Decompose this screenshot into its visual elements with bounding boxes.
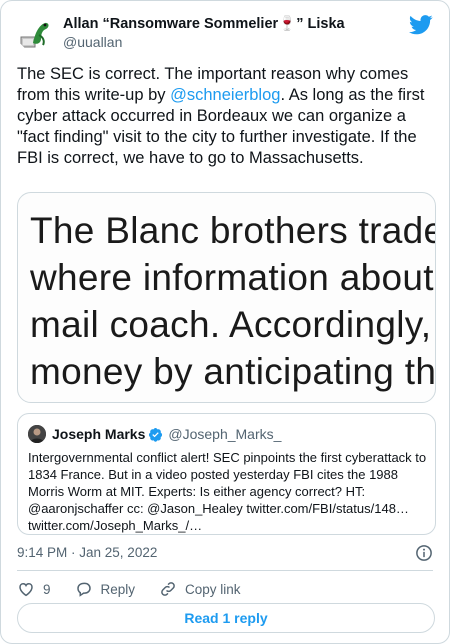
media-image-text: The Blanc brothers traded g where inform… — [30, 207, 436, 395]
read-replies-button[interactable]: Read 1 reply — [17, 603, 435, 633]
twitter-bird-icon[interactable] — [409, 15, 433, 35]
media-line: where information about ma — [30, 257, 435, 298]
quoted-author-name: Joseph Marks — [52, 426, 146, 442]
tweet-header: Allan “Ransomware Sommelier🍷” Liska @uua… — [17, 13, 433, 53]
action-bar: 9 Reply Copy link — [17, 578, 265, 600]
like-button[interactable]: 9 — [17, 580, 51, 598]
verified-badge-icon — [149, 427, 163, 442]
quoted-tweet-header: Joseph Marks @Joseph_Marks_ — [28, 425, 281, 443]
info-icon[interactable] — [415, 544, 433, 562]
media-line: The Blanc brothers traded g — [30, 210, 435, 251]
reply-button[interactable]: Reply — [75, 580, 136, 598]
author-names: Allan “Ransomware Sommelier🍷” Liska @uua… — [63, 15, 345, 51]
quoted-author-avatar — [28, 425, 46, 443]
tweet-timestamp[interactable]: 9:14 PM · Jan 25, 2022 — [17, 545, 157, 560]
author-avatar[interactable] — [17, 15, 53, 51]
reply-icon — [76, 582, 91, 597]
author-handle[interactable]: @uuallan — [63, 33, 345, 51]
copy-link-label: Copy link — [185, 581, 241, 597]
copy-link-button[interactable]: Copy link — [159, 580, 241, 598]
like-count: 9 — [43, 581, 51, 597]
reply-label: Reply — [100, 581, 136, 597]
media-image[interactable]: The Blanc brothers traded g where inform… — [17, 192, 436, 403]
divider — [17, 570, 433, 571]
quoted-tweet-text: Intergovernmental conflict alert! SEC pi… — [28, 450, 427, 533]
author-display-name[interactable]: Allan “Ransomware Sommelier🍷” Liska — [63, 15, 345, 33]
media-line: money by anticipating these — [30, 351, 436, 392]
heart-icon — [19, 582, 33, 597]
tweet-card: Allan “Ransomware Sommelier🍷” Liska @uua… — [0, 0, 450, 644]
quoted-author-handle: @Joseph_Marks_ — [168, 426, 282, 442]
mention-link[interactable]: @schneierblog — [170, 86, 280, 104]
tweet-text: The SEC is correct. The important reason… — [17, 64, 437, 169]
link-icon — [161, 582, 175, 596]
quoted-tweet[interactable]: Joseph Marks @Joseph_Marks_ Intergovernm… — [17, 413, 436, 535]
media-line: mail coach. Accordingly, tra — [30, 304, 435, 345]
